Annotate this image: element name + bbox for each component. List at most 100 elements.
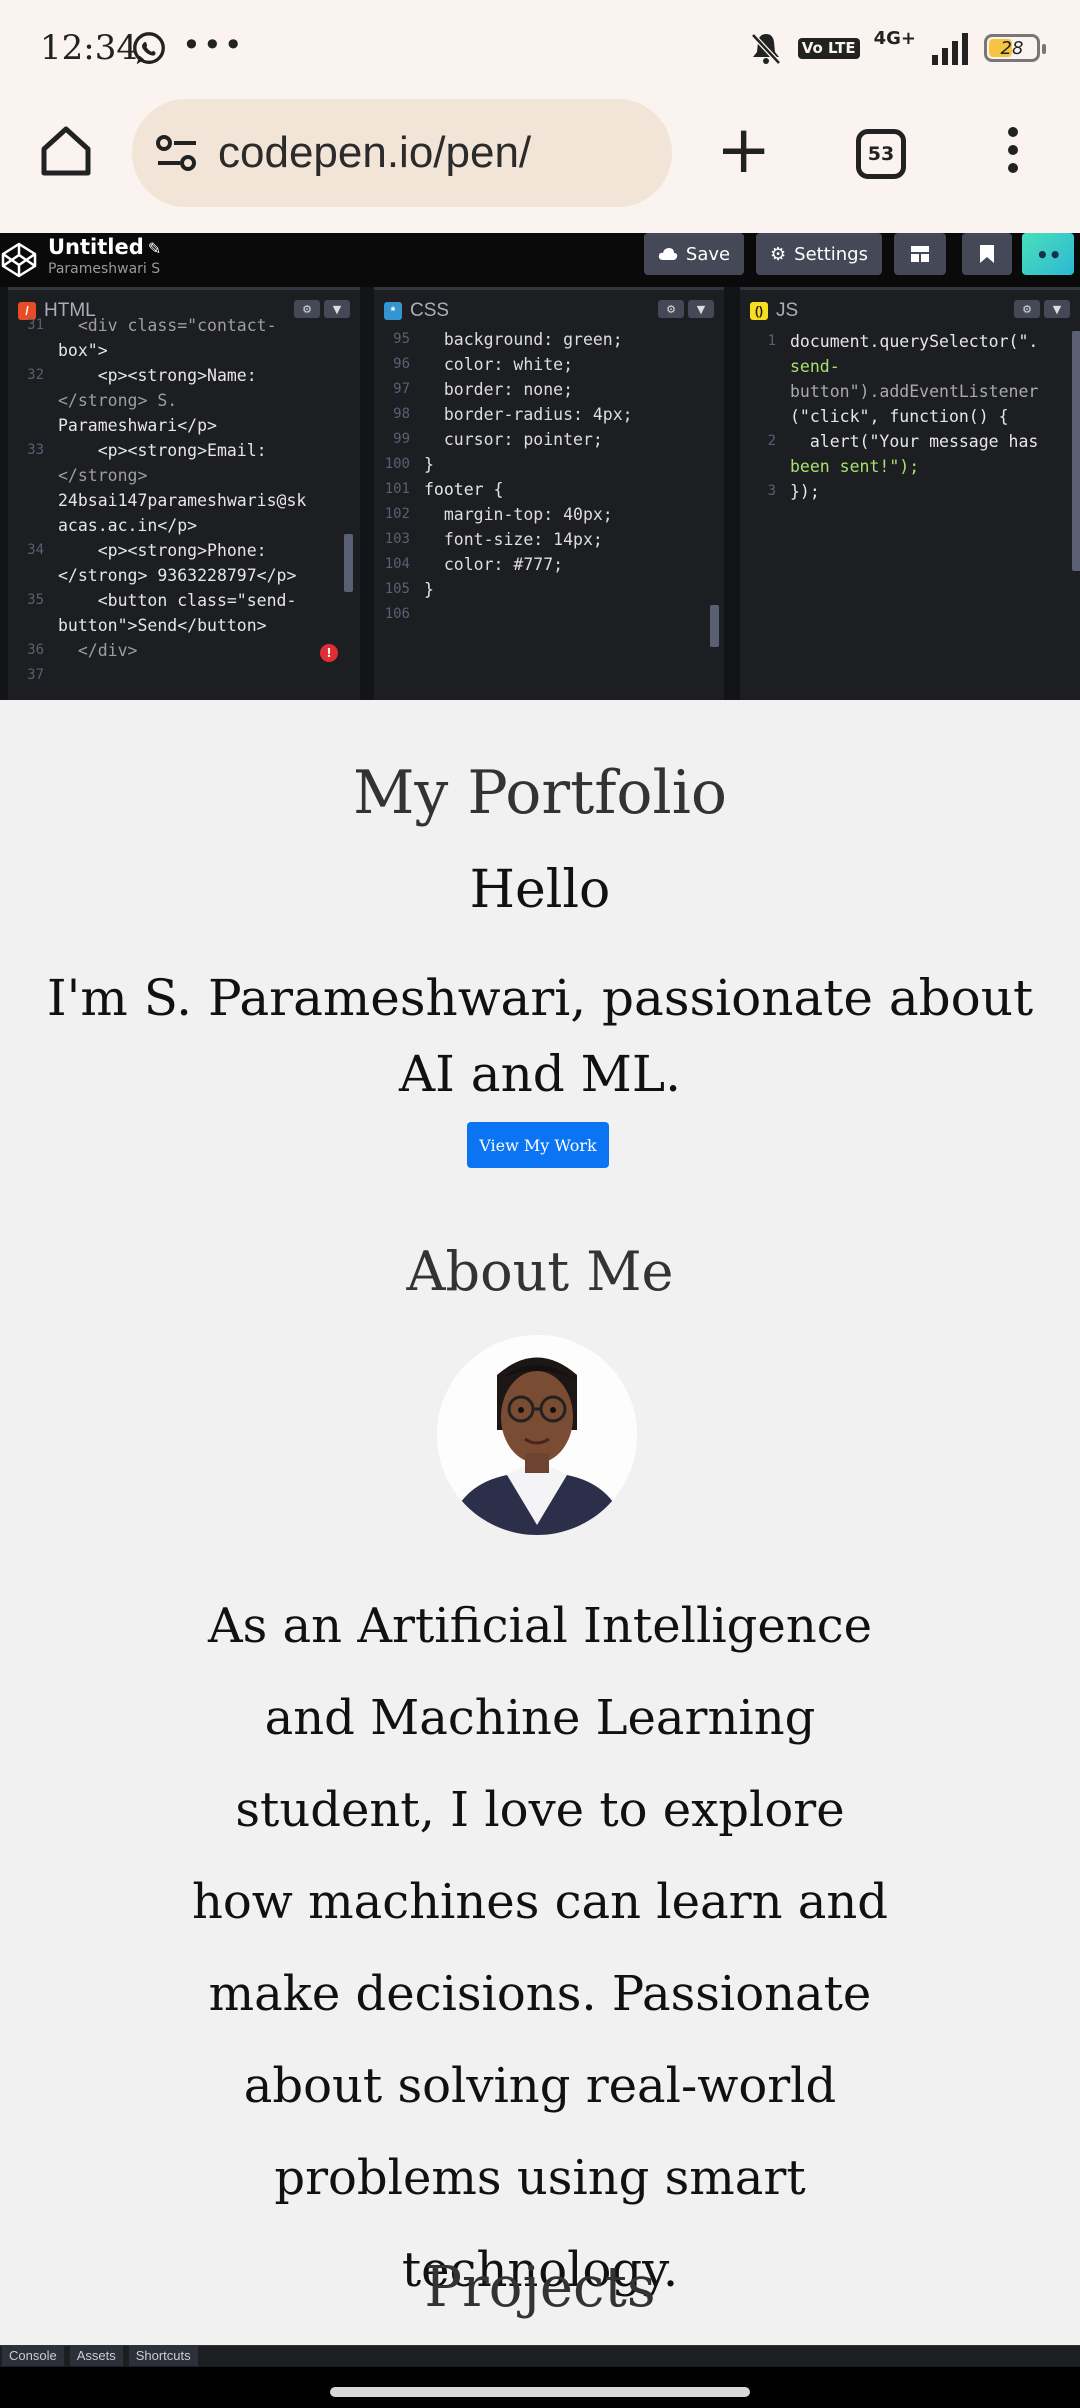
- whatsapp-icon: [133, 32, 165, 65]
- shortcuts-tab[interactable]: Shortcuts: [128, 2346, 198, 2366]
- line-number: 96: [393, 356, 410, 372]
- code-line: margin-top: 40px;: [424, 505, 613, 524]
- mute-icon: [750, 33, 781, 65]
- code-line: border: none;: [424, 380, 574, 399]
- css-file-icon: *: [384, 301, 402, 320]
- site-settings-icon[interactable]: [154, 130, 200, 176]
- tab-js[interactable]: () JS: [740, 290, 813, 331]
- hero-intro: I'm S. Parameshwari, passionate about AI…: [46, 969, 1034, 1103]
- page-title: My Portfolio: [352, 758, 728, 828]
- line-number: 98: [393, 406, 410, 422]
- url-text[interactable]: codepen.io/pen/: [218, 128, 531, 178]
- pen-title[interactable]: Untitled ✎: [48, 235, 161, 259]
- css-editor[interactable]: * CSS ⚙ ▼ 95 background: green; 96 color…: [374, 287, 724, 700]
- code-line: been sent!");: [790, 457, 920, 476]
- code-line: color: #777;: [424, 555, 564, 574]
- bookmark-button[interactable]: [962, 233, 1012, 275]
- line-number: 105: [384, 581, 410, 597]
- css-code[interactable]: 95 background: green; 96 color: white; 9…: [374, 325, 724, 622]
- pen-author[interactable]: Parameshwari S: [48, 261, 160, 277]
- chevron-down-icon[interactable]: ▼: [1044, 300, 1070, 318]
- console-tab[interactable]: Console: [2, 2346, 64, 2366]
- code-line: acas.ac.in</p>: [58, 516, 198, 535]
- code-line: <p><strong>Phone:: [58, 541, 267, 560]
- css-pane-controls: ⚙ ▼: [658, 300, 714, 318]
- preview-pane: My Portfolio Hello I'm S. Parameshwari, …: [0, 700, 1080, 2345]
- overflow-menu-icon[interactable]: [1004, 127, 1022, 183]
- pen-title-text[interactable]: Untitled: [48, 235, 144, 259]
- code-line: }: [424, 455, 434, 474]
- signal-icon: [932, 33, 968, 65]
- status-bar: 12:34 ••• Vo LTE 4G+ 28: [0, 0, 1080, 95]
- js-code[interactable]: 1 document.querySelector(". send- button…: [740, 327, 1080, 504]
- volte-icon: Vo LTE: [797, 37, 860, 59]
- gear-icon: ⚙: [770, 243, 787, 265]
- scrollbar-thumb[interactable]: [1072, 331, 1080, 571]
- pane-settings-icon[interactable]: ⚙: [1014, 300, 1040, 318]
- code-line: font-size: 14px;: [424, 530, 603, 549]
- edit-title-icon[interactable]: ✎: [148, 239, 161, 258]
- home-gesture-handle[interactable]: [330, 2387, 750, 2397]
- code-line: footer {: [424, 480, 504, 499]
- chevron-down-icon[interactable]: ▼: [688, 300, 714, 318]
- hero-greeting: Hello: [469, 860, 611, 920]
- js-editor[interactable]: () JS ⚙ ▼ 1 document.querySelector(". se…: [740, 287, 1080, 700]
- change-view-button[interactable]: [894, 233, 946, 275]
- line-number: 103: [384, 531, 410, 547]
- user-avatar[interactable]: ••: [1022, 233, 1074, 275]
- scrollbar-thumb[interactable]: [710, 605, 719, 647]
- html-editor[interactable]: / HTML ⚙ ▼ 31 <div class="contact- box">…: [8, 287, 360, 700]
- codepen-logo-icon[interactable]: [0, 241, 38, 279]
- code-line: Parameshwari</p>: [58, 416, 217, 435]
- bookmark-icon: [980, 245, 994, 263]
- line-number: 100: [384, 456, 410, 472]
- line-number: 33: [27, 442, 44, 458]
- scrollbar-thumb[interactable]: [344, 534, 353, 592]
- codepen-footer-bar: Console Assets Shortcuts: [0, 2345, 1080, 2367]
- line-number: 1: [767, 333, 776, 349]
- clock: 12:34: [40, 28, 138, 68]
- save-button[interactable]: Save: [644, 233, 744, 275]
- battery-level: 28: [1000, 37, 1024, 59]
- profile-photo-image: [437, 1335, 637, 1535]
- home-icon[interactable]: [38, 123, 94, 179]
- code-line: box">: [58, 341, 108, 360]
- line-number: 37: [27, 667, 44, 683]
- code-line: });: [790, 482, 820, 501]
- line-number: 34: [27, 542, 44, 558]
- line-number: 36: [27, 642, 44, 658]
- code-line: </strong>: [58, 466, 148, 485]
- line-number: 104: [384, 556, 410, 572]
- code-line: <p><strong>Name:: [58, 366, 257, 385]
- address-bar[interactable]: codepen.io/pen/: [132, 99, 672, 207]
- line-number: 2: [767, 433, 776, 449]
- line-number: 3: [767, 483, 776, 499]
- code-line: }: [424, 580, 434, 599]
- tab-js-label: JS: [776, 299, 799, 321]
- view-work-button[interactable]: View My Work: [467, 1122, 609, 1168]
- code-line: </strong> S.: [58, 391, 178, 410]
- js-pane-header: () JS ⚙ ▼: [740, 287, 1080, 331]
- code-line: color: white;: [424, 355, 574, 374]
- code-line: document.querySelector(".: [790, 332, 1039, 351]
- tab-switcher-button[interactable]: 53: [856, 129, 906, 179]
- code-line: cursor: pointer;: [424, 430, 603, 449]
- code-line: button").addEventListener: [790, 382, 1039, 401]
- code-line: <div class="contact-: [58, 316, 277, 335]
- html-code[interactable]: 31 <div class="contact- box"> 32 <p><str…: [8, 311, 360, 683]
- network-type: 4G+: [873, 27, 916, 49]
- profile-photo: [437, 1335, 637, 1535]
- line-number: 102: [384, 506, 410, 522]
- pane-settings-icon[interactable]: ⚙: [658, 300, 684, 318]
- line-number: 101: [384, 481, 410, 497]
- line-number: 95: [393, 331, 410, 347]
- save-label: Save: [685, 243, 731, 265]
- code-line: border-radius: 4px;: [424, 405, 633, 424]
- assets-tab[interactable]: Assets: [69, 2346, 123, 2366]
- avatar-face-icon: ••: [1036, 243, 1062, 267]
- code-line: alert("Your message has: [790, 432, 1039, 451]
- error-icon[interactable]: !: [320, 644, 338, 662]
- settings-button[interactable]: ⚙ Settings: [756, 233, 882, 275]
- new-tab-icon[interactable]: +: [716, 117, 771, 183]
- code-line: ("click", function() {: [790, 407, 1009, 426]
